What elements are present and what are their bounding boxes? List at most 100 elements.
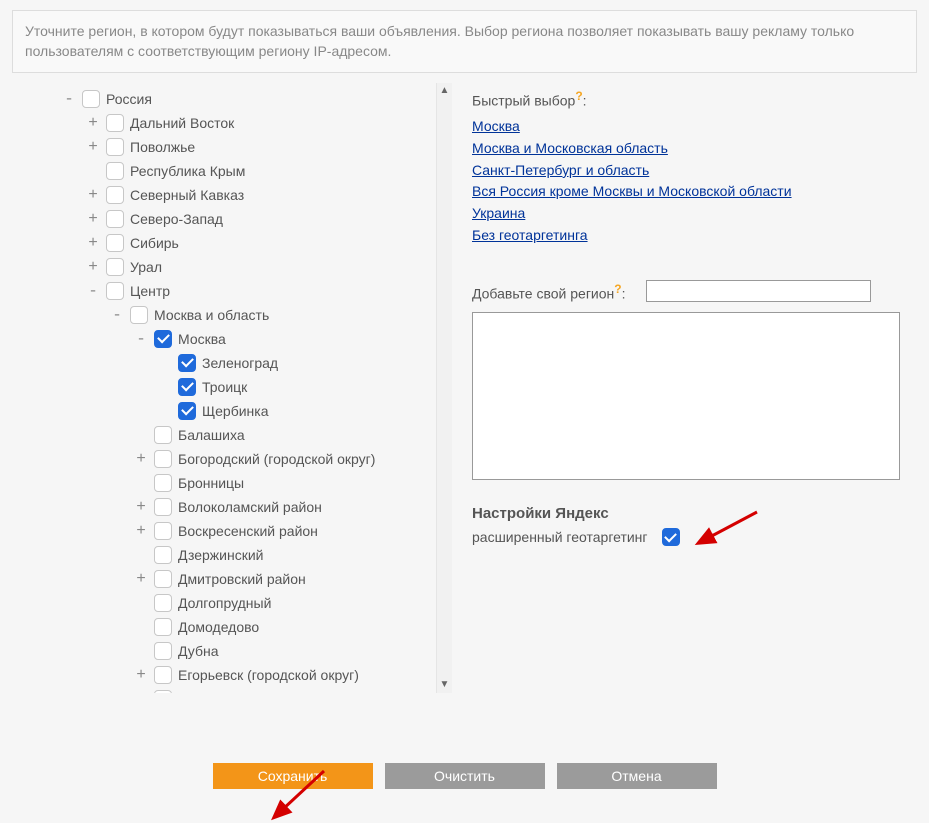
expand-toggle[interactable]: + (86, 235, 100, 251)
tree-row: + Сибирь (12, 231, 446, 255)
tree-row: + Дальний Восток (12, 111, 446, 135)
region-checkbox[interactable] (178, 378, 196, 396)
expand-toggle[interactable]: + (134, 499, 148, 515)
region-checkbox[interactable] (154, 450, 172, 468)
region-label: Дальний Восток (130, 115, 234, 131)
region-checkbox[interactable] (106, 282, 124, 300)
tree-row: +Балашиха (12, 423, 446, 447)
quick-select-link[interactable]: Москва и Московская область (472, 138, 668, 160)
tree-row: +Богородский (городской округ) (12, 447, 446, 471)
tree-row: + Урал (12, 255, 446, 279)
tree-row: + Поволжье (12, 135, 446, 159)
quick-select-link[interactable]: Вся Россия кроме Москвы и Московской обл… (472, 181, 792, 203)
region-label: Северный Кавказ (130, 187, 244, 203)
region-label: Республика Крым (130, 163, 245, 179)
right-panel: Быстрый выбор?: МоскваМосква и Московска… (472, 83, 917, 693)
region-checkbox[interactable] (106, 138, 124, 156)
region-checkbox[interactable] (106, 114, 124, 132)
region-label: Егорьевск (городской округ) (178, 667, 359, 683)
region-label: Сибирь (130, 235, 179, 251)
region-checkbox[interactable] (154, 426, 172, 444)
expand-toggle[interactable]: + (134, 451, 148, 467)
region-checkbox[interactable] (106, 162, 124, 180)
region-checkbox[interactable] (154, 546, 172, 564)
region-checkbox[interactable] (154, 618, 172, 636)
tree-row: +Зеленоград (12, 351, 446, 375)
add-region-input[interactable] (646, 280, 871, 302)
region-textarea[interactable] (472, 312, 900, 480)
save-button[interactable]: Сохранить (213, 763, 373, 789)
tree-row: +Жуковский (12, 687, 446, 693)
region-label: Поволжье (130, 139, 195, 155)
collapse-toggle[interactable]: - (134, 331, 148, 347)
yandex-settings-heading: Настройки Яндекс (472, 505, 917, 522)
scroll-up-arrow-icon[interactable]: ▲ (437, 83, 452, 99)
scroll-down-arrow-icon[interactable]: ▼ (437, 677, 452, 693)
tree-row: - Москва и область (12, 303, 446, 327)
region-checkbox[interactable] (106, 258, 124, 276)
region-checkbox[interactable] (154, 330, 172, 348)
region-checkbox[interactable] (178, 402, 196, 420)
tree-row: - Россия (12, 87, 446, 111)
tree-row: +Троицк (12, 375, 446, 399)
region-checkbox[interactable] (130, 306, 148, 324)
quick-select-link[interactable]: Москва (472, 116, 520, 138)
ext-geo-label: расширенный геотаргетинг (472, 529, 648, 545)
region-checkbox[interactable] (106, 234, 124, 252)
tree-row: + Дмитровский район (12, 567, 446, 591)
region-checkbox[interactable] (154, 474, 172, 492)
ext-geo-checkbox[interactable] (662, 528, 680, 546)
region-checkbox[interactable] (154, 594, 172, 612)
region-label: Долгопрудный (178, 595, 271, 611)
region-checkbox[interactable] (178, 354, 196, 372)
region-checkbox[interactable] (154, 570, 172, 588)
region-label: Троицк (202, 379, 247, 395)
help-icon[interactable]: ? (614, 282, 621, 296)
collapse-toggle[interactable]: - (62, 91, 76, 107)
expand-toggle[interactable]: + (134, 523, 148, 539)
tree-row: + Северо-Запад (12, 207, 446, 231)
region-checkbox[interactable] (82, 90, 100, 108)
collapse-toggle[interactable]: - (110, 307, 124, 323)
expand-toggle[interactable]: + (86, 211, 100, 227)
tree-row: -Центр (12, 279, 446, 303)
region-label: Бронницы (178, 475, 244, 491)
collapse-toggle[interactable]: - (86, 283, 100, 299)
colon: : (622, 285, 626, 301)
expand-toggle[interactable]: + (86, 187, 100, 203)
region-checkbox[interactable] (154, 498, 172, 516)
region-checkbox[interactable] (154, 666, 172, 684)
tree-row: +Щербинка (12, 399, 446, 423)
tree-row: +Республика Крым (12, 159, 446, 183)
add-region-label-text: Добавьте свой регион (472, 285, 614, 301)
tree-row: -Москва (12, 327, 446, 351)
help-icon[interactable]: ? (575, 89, 582, 103)
region-label: Щербинка (202, 403, 269, 419)
tree-scrollbar[interactable]: ▲ ▼ (436, 83, 452, 693)
region-tree: -Россия+Дальний Восток+Поволжье+Республи… (12, 83, 446, 693)
expand-toggle[interactable]: + (86, 259, 100, 275)
quick-select-link[interactable]: Без геотаргетинга (472, 225, 588, 247)
expand-toggle[interactable]: + (86, 115, 100, 131)
expand-toggle[interactable]: + (134, 571, 148, 587)
region-label: Северо-Запад (130, 211, 223, 227)
quick-select-link[interactable]: Санкт-Петербург и область (472, 160, 649, 182)
region-checkbox[interactable] (154, 522, 172, 540)
quick-select-link[interactable]: Украина (472, 203, 525, 225)
region-checkbox[interactable] (106, 186, 124, 204)
region-label: Россия (106, 91, 152, 107)
region-checkbox[interactable] (154, 690, 172, 693)
region-checkbox[interactable] (106, 210, 124, 228)
region-label: Дмитровский район (178, 571, 306, 587)
ext-geo-row: расширенный геотаргетинг (472, 528, 917, 546)
expand-toggle[interactable]: + (86, 139, 100, 155)
clear-button[interactable]: Очистить (385, 763, 545, 789)
region-label: Москва и область (154, 307, 269, 323)
colon: : (583, 92, 587, 108)
region-checkbox[interactable] (154, 642, 172, 660)
region-label: Урал (130, 259, 162, 275)
expand-toggle[interactable]: + (134, 667, 148, 683)
cancel-button[interactable]: Отмена (557, 763, 717, 789)
tree-row: +Бронницы (12, 471, 446, 495)
region-label: Дубна (178, 643, 218, 659)
